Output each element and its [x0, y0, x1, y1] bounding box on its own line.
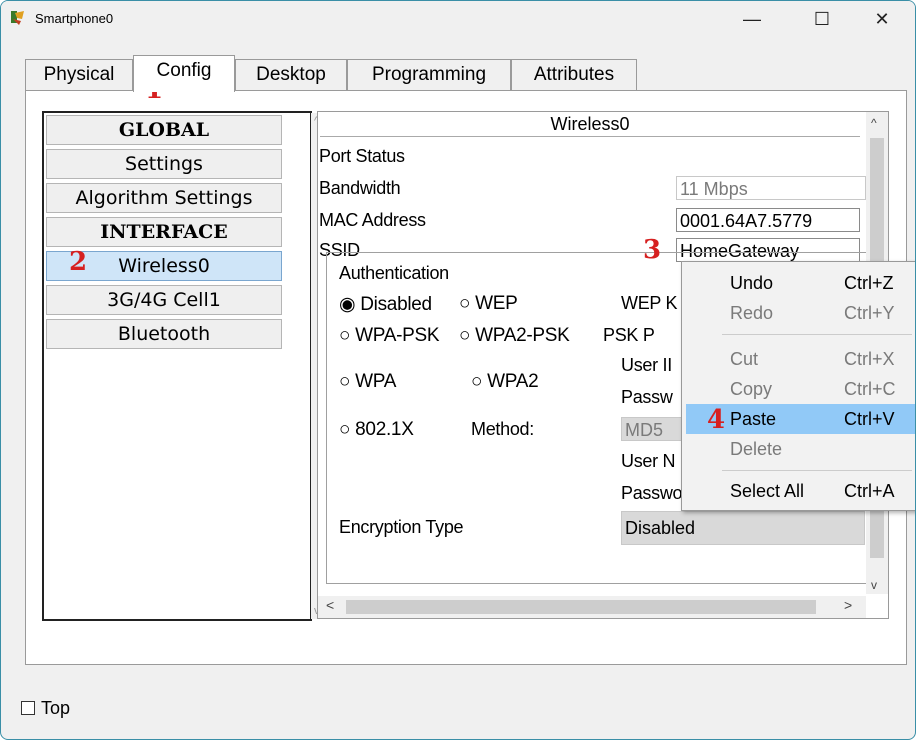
- menu-item-shortcut: Ctrl+V: [844, 409, 895, 429]
- nav-bluetooth[interactable]: Bluetooth: [46, 319, 282, 349]
- authentication-title: Authentication: [339, 263, 449, 283]
- tab-config[interactable]: Config: [133, 55, 235, 92]
- title-bar[interactable]: Smartphone0 — ☐ ✕: [1, 1, 915, 37]
- horizontal-scroll-thumb[interactable]: [346, 600, 816, 614]
- nav-global-header: GLOBAL: [46, 115, 282, 145]
- nav-settings[interactable]: Settings: [46, 149, 282, 179]
- encryption-type-select[interactable]: Disabled: [621, 511, 865, 545]
- menu-item-label: Cut: [730, 349, 759, 369]
- menu-item-shortcut: Ctrl+Y: [844, 303, 895, 323]
- nav-cell1[interactable]: 3G/4G Cell1: [46, 285, 282, 315]
- port-status-label: Port Status: [319, 146, 405, 166]
- menu-item-label: Redo: [730, 303, 774, 323]
- top-checkbox-label: Top: [41, 698, 71, 718]
- auth-wep-radio[interactable]: ○ WEP: [459, 293, 518, 315]
- step-marker-3: 3: [643, 235, 662, 265]
- menu-item-delete[interactable]: Delete: [682, 434, 915, 464]
- mac-address-field[interactable]: 0001.64A7.5779: [676, 208, 860, 232]
- menu-item-copy[interactable]: Copy Ctrl+C: [682, 374, 915, 404]
- menu-item-redo[interactable]: Redo Ctrl+Y: [682, 298, 915, 328]
- menu-item-label: Undo: [730, 273, 774, 293]
- smartphone-app-icon: [11, 11, 24, 25]
- scroll-left-icon[interactable]: <: [326, 597, 334, 613]
- menu-separator: [722, 334, 912, 335]
- auth-wpa-radio[interactable]: ○ WPA: [339, 371, 396, 393]
- auth-wep-label: WEP: [475, 293, 518, 314]
- menu-item-label: Delete: [730, 439, 783, 459]
- menu-item-shortcut: Ctrl+A: [844, 481, 895, 501]
- password-short-label: Passw: [621, 387, 673, 407]
- encryption-type-label: Encryption Type: [339, 517, 464, 537]
- step-marker-2: 2: [69, 247, 88, 277]
- window-title: Smartphone0: [35, 11, 114, 26]
- user-name-label: User N: [621, 451, 676, 471]
- menu-item-select-all[interactable]: Select All Ctrl+A: [682, 476, 915, 506]
- context-menu: Undo Ctrl+Z Redo Ctrl+Y Cut Ctrl+X Copy Ctrl…: [681, 261, 915, 511]
- auth-disabled-label: Disabled: [360, 294, 432, 315]
- tab-attributes[interactable]: Attributes: [511, 59, 637, 90]
- menu-item-shortcut: Ctrl+Z: [844, 273, 894, 293]
- auth-8021x-radio[interactable]: ○ 802.1X: [339, 419, 414, 441]
- menu-item-cut[interactable]: Cut Ctrl+X: [682, 344, 915, 374]
- radio-icon: ○: [471, 371, 488, 392]
- app-window: Smartphone0 — ☐ ✕ Physical Config Deskto…: [0, 0, 916, 740]
- maximize-button[interactable]: ☐: [799, 1, 845, 37]
- auth-8021x-label: 802.1X: [355, 419, 414, 440]
- close-button[interactable]: ✕: [859, 1, 905, 37]
- scroll-up-icon[interactable]: ^: [871, 116, 877, 130]
- menu-item-label: Select All: [730, 481, 805, 501]
- radio-icon: ○: [339, 419, 356, 440]
- tab-desktop[interactable]: Desktop: [235, 59, 347, 90]
- nav-interface-header: INTERFACE: [46, 217, 282, 247]
- auth-wpa2-radio[interactable]: ○ WPA2: [471, 371, 539, 393]
- radio-icon: ○: [459, 325, 476, 346]
- auth-wpa2-label: WPA2: [487, 371, 539, 392]
- nav-algorithm-settings[interactable]: Algorithm Settings: [46, 183, 282, 213]
- menu-item-shortcut: Ctrl+C: [844, 379, 896, 399]
- auth-wpa2-psk-label: WPA2-PSK: [475, 325, 570, 346]
- radio-icon: ○: [339, 371, 356, 392]
- tab-programming[interactable]: Programming: [347, 59, 511, 90]
- radio-icon: ○: [459, 293, 476, 314]
- menu-separator: [722, 470, 912, 471]
- scroll-down-icon[interactable]: v: [871, 578, 877, 592]
- menu-item-undo[interactable]: Undo Ctrl+Z: [682, 268, 915, 298]
- interface-title: Wireless0: [320, 112, 860, 137]
- auth-wpa-psk-radio[interactable]: ○ WPA-PSK: [339, 325, 440, 347]
- auth-disabled-radio[interactable]: ◉ Disabled: [339, 293, 432, 316]
- user-id-label: User II: [621, 355, 672, 375]
- radio-selected-icon: ◉: [339, 294, 361, 315]
- config-nav-list: GLOBAL Settings Algorithm Settings INTER…: [42, 111, 312, 621]
- checkbox-icon[interactable]: [21, 701, 35, 715]
- method-label: Method:: [471, 419, 534, 439]
- bandwidth-label: Bandwidth: [319, 178, 401, 198]
- psk-pass-label: PSK P: [603, 325, 655, 345]
- radio-icon: ○: [339, 325, 356, 346]
- auth-wpa-psk-label: WPA-PSK: [355, 325, 440, 346]
- scroll-right-icon[interactable]: >: [844, 597, 852, 613]
- tab-physical[interactable]: Physical: [25, 59, 133, 90]
- wep-key-label: WEP K: [621, 293, 678, 313]
- mac-address-label: MAC Address: [319, 210, 426, 230]
- auth-wpa2-psk-radio[interactable]: ○ WPA2-PSK: [459, 325, 570, 347]
- menu-item-label: Paste: [730, 409, 777, 429]
- auth-wpa-label: WPA: [355, 371, 397, 392]
- minimize-button[interactable]: —: [729, 1, 775, 37]
- bandwidth-field: 11 Mbps: [676, 176, 866, 200]
- settings-horizontal-scrollbar[interactable]: < >: [318, 596, 866, 618]
- menu-item-shortcut: Ctrl+X: [844, 349, 895, 369]
- menu-item-label: Copy: [730, 379, 773, 399]
- step-marker-4: 4: [707, 405, 726, 435]
- top-checkbox[interactable]: Top: [21, 698, 70, 719]
